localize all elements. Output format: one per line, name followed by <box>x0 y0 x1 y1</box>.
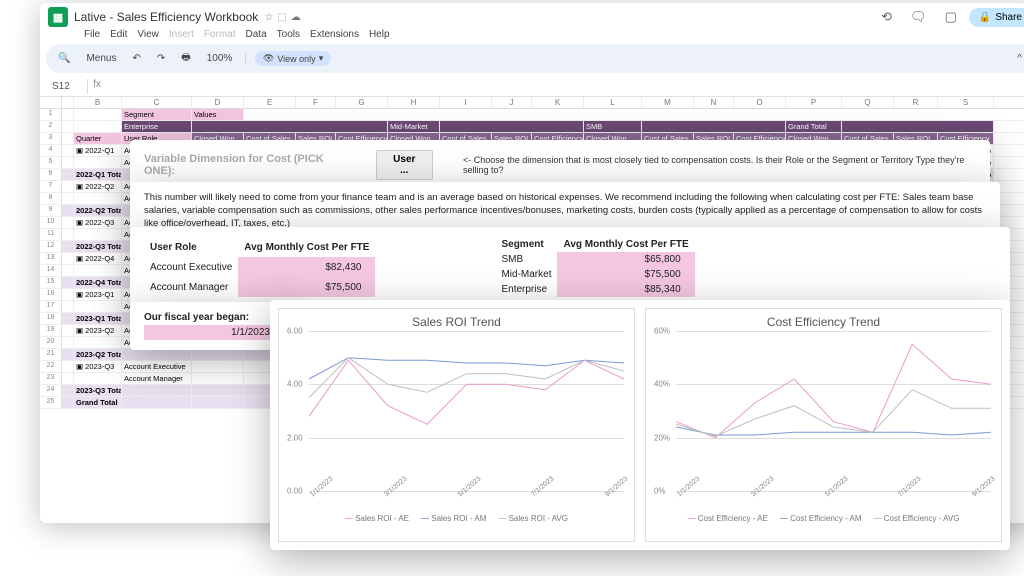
cloud-icon[interactable]: ☁ <box>291 12 301 23</box>
chart: Sales ROI Trend0.002.004.006.001/1/20233… <box>278 308 635 542</box>
chart: Cost Efficiency Trend0%20%40%60%1/1/2023… <box>645 308 1002 542</box>
fiscal-value: 1/1/2023 <box>144 325 276 340</box>
toolbar: 🔍 Menus ↶ ↷ 🖶 100% | 👁View only▾ ^ <box>46 44 1024 73</box>
charts-panel: Sales ROI Trend0.002.004.006.001/1/20233… <box>270 300 1010 550</box>
fte-note-text: This number will likely need to come fro… <box>144 192 982 229</box>
role-cost-header: Avg Monthly Cost Per FTE <box>238 237 375 257</box>
role-cost-table: User RoleAvg Monthly Cost Per FTE Accoun… <box>144 237 375 297</box>
toolbar-search-icon[interactable]: 🔍 <box>54 51 74 66</box>
table-row: Account Executive$82,430 <box>144 257 375 277</box>
var-dim-hint: <- Choose the dimension that is most clo… <box>463 155 976 175</box>
eye-icon: 👁 <box>263 53 274 64</box>
move-icon[interactable]: ⬚ <box>277 12 286 23</box>
role-header: User Role <box>144 237 238 257</box>
table-row: SMB$65,800 <box>495 252 694 267</box>
toolbar-up-icon[interactable]: ^ <box>1013 51 1024 66</box>
menu-edit[interactable]: Edit <box>110 29 127 40</box>
toolbar-zoom[interactable]: 100% <box>203 51 237 66</box>
lock-icon: 🔒 <box>979 12 991 23</box>
menu-format[interactable]: Format <box>204 29 236 40</box>
toolbar-print-icon[interactable]: 🖶 <box>177 48 194 69</box>
toolbar-redo-icon[interactable]: ↷ <box>153 51 169 66</box>
chevron-down-icon: ▾ <box>319 53 324 64</box>
var-dim-dropdown[interactable]: User ... <box>376 150 433 180</box>
history-icon[interactable]: ⟲ <box>881 9 892 25</box>
segment-cost-table: SegmentAvg Monthly Cost Per FTE SMB$65,8… <box>495 237 694 297</box>
fiscal-label: Our fiscal year began: <box>144 312 276 323</box>
var-dim-label: Variable Dimension for Cost (PICK ONE): <box>144 153 346 177</box>
chart-title: Cost Efficiency Trend <box>652 315 995 329</box>
titlebar: ▦ Lative - Sales Efficiency Workbook ☆ ⬚… <box>40 3 1024 31</box>
menu-tools[interactable]: Tools <box>277 29 300 40</box>
fx-icon[interactable]: fx <box>88 79 106 94</box>
table-row: Mid-Market$75,500 <box>495 267 694 282</box>
comment-icon[interactable]: 🗨 <box>910 9 927 25</box>
view-only-pill[interactable]: 👁View only▾ <box>255 51 331 66</box>
column-headers: B C DEFG HIJK LMNO PQRS <box>40 97 1024 109</box>
sheets-logo-icon[interactable]: ▦ <box>48 7 68 27</box>
menu-view[interactable]: View <box>137 29 159 40</box>
toolbar-undo-icon[interactable]: ↶ <box>128 51 144 66</box>
document-title[interactable]: Lative - Sales Efficiency Workbook <box>74 10 258 24</box>
menu-extensions[interactable]: Extensions <box>310 29 359 40</box>
menu-help[interactable]: Help <box>369 29 390 40</box>
table-row: Account Manager$75,500 <box>144 277 375 297</box>
share-button[interactable]: 🔒Share <box>969 8 1024 27</box>
name-box[interactable]: S12 <box>48 79 88 94</box>
menubar: File Edit View Insert Format Data Tools … <box>40 29 1024 40</box>
menu-data[interactable]: Data <box>246 29 267 40</box>
meet-icon[interactable]: ▢ <box>945 9 957 25</box>
cost-tables-panel: User RoleAvg Monthly Cost Per FTE Accoun… <box>130 227 1010 307</box>
toolbar-menus[interactable]: Menus <box>82 51 120 66</box>
menu-file[interactable]: File <box>84 29 100 40</box>
seg-header: Segment <box>495 237 557 252</box>
seg-cost-header: Avg Monthly Cost Per FTE <box>557 237 694 252</box>
formula-bar: S12 fx <box>40 77 1024 97</box>
fiscal-year-panel: Our fiscal year began: 1/1/2023 <box>130 302 290 350</box>
star-icon[interactable]: ☆ <box>264 12 273 23</box>
table-row: Enterprise$85,340 <box>495 282 694 297</box>
chart-title: Sales ROI Trend <box>285 315 628 329</box>
menu-insert[interactable]: Insert <box>169 29 194 40</box>
